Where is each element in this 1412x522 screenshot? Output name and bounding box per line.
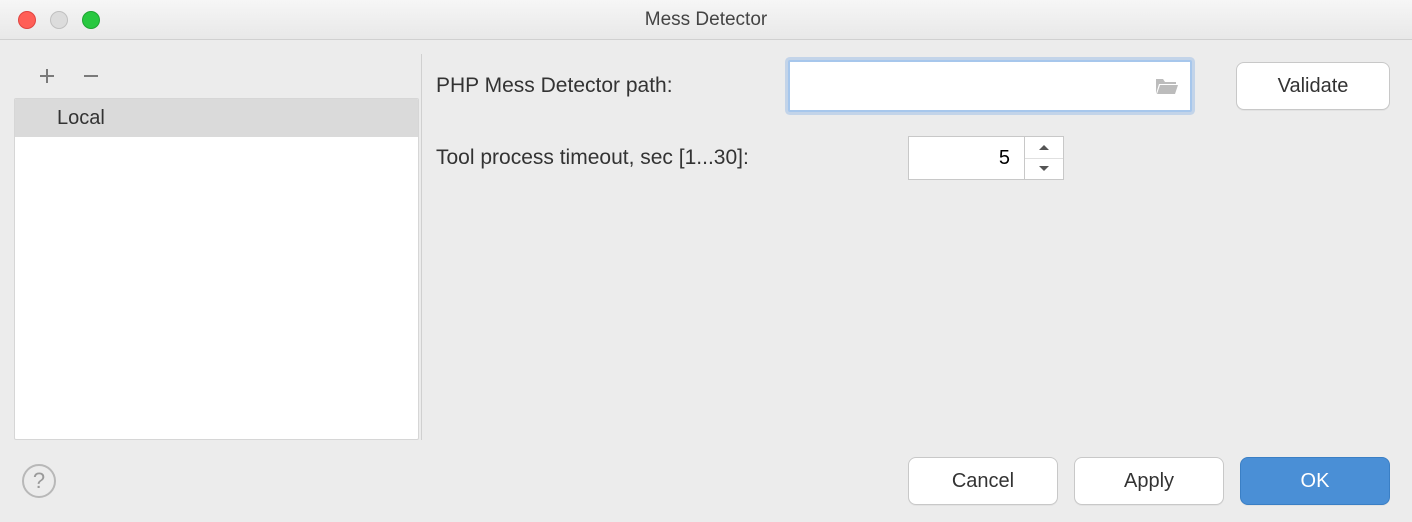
maximize-window-button[interactable] bbox=[82, 11, 100, 29]
cancel-button-label: Cancel bbox=[952, 470, 1014, 493]
timeout-input[interactable] bbox=[908, 136, 1024, 180]
cancel-button[interactable]: Cancel bbox=[908, 457, 1058, 505]
plus-icon bbox=[37, 66, 57, 86]
sidebar-toolbar bbox=[14, 54, 419, 98]
configurations-list[interactable]: Local bbox=[14, 98, 419, 440]
configuration-form: PHP Mess Detector path: Validate Tool pr… bbox=[436, 54, 1398, 440]
browse-button[interactable] bbox=[1154, 76, 1180, 96]
path-row: PHP Mess Detector path: Validate bbox=[436, 60, 1398, 112]
ok-button[interactable]: OK bbox=[1240, 457, 1390, 505]
titlebar: Mess Detector bbox=[0, 0, 1412, 40]
remove-config-button[interactable] bbox=[78, 63, 104, 89]
stepper-buttons bbox=[1024, 136, 1064, 180]
configurations-sidebar: Local bbox=[14, 54, 422, 440]
validate-button-label: Validate bbox=[1278, 75, 1349, 98]
path-input[interactable] bbox=[802, 75, 1154, 97]
close-window-button[interactable] bbox=[18, 11, 36, 29]
chevron-up-icon bbox=[1038, 143, 1050, 151]
help-button[interactable]: ? bbox=[22, 464, 56, 498]
timeout-label: Tool process timeout, sec [1...30]: bbox=[436, 146, 836, 170]
chevron-down-icon bbox=[1038, 165, 1050, 173]
apply-button-label: Apply bbox=[1124, 470, 1174, 493]
timeout-stepper[interactable] bbox=[908, 136, 1064, 180]
path-field[interactable] bbox=[788, 60, 1192, 112]
dialog-content: Local PHP Mess Detector path: Validate T… bbox=[0, 40, 1412, 440]
add-config-button[interactable] bbox=[34, 63, 60, 89]
stepper-down-button[interactable] bbox=[1025, 158, 1063, 180]
validate-button[interactable]: Validate bbox=[1236, 62, 1390, 110]
list-item-label: Local bbox=[57, 107, 105, 130]
dialog-footer: ? Cancel Apply OK bbox=[0, 440, 1412, 522]
help-icon: ? bbox=[33, 468, 45, 494]
ok-button-label: OK bbox=[1301, 470, 1330, 493]
path-label: PHP Mess Detector path: bbox=[436, 74, 772, 98]
list-item[interactable]: Local bbox=[15, 99, 418, 137]
window-controls bbox=[0, 11, 100, 29]
minimize-window-button[interactable] bbox=[50, 11, 68, 29]
window-title: Mess Detector bbox=[0, 9, 1412, 31]
minus-icon bbox=[81, 66, 101, 86]
timeout-row: Tool process timeout, sec [1...30]: bbox=[436, 136, 1398, 180]
folder-open-icon bbox=[1154, 76, 1180, 96]
stepper-up-button[interactable] bbox=[1025, 137, 1063, 158]
apply-button[interactable]: Apply bbox=[1074, 457, 1224, 505]
